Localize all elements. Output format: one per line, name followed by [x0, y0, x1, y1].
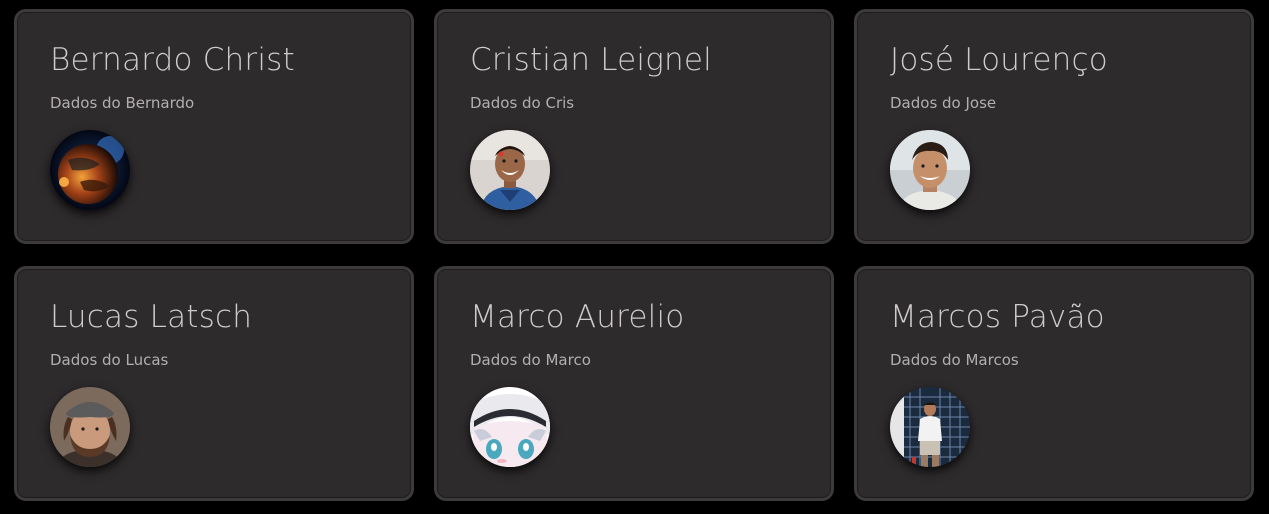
profile-subtitle: Dados do Marco — [470, 351, 591, 369]
planet-avatar — [50, 130, 130, 210]
profile-name: Marco Aurelio — [470, 299, 685, 335]
profile-subtitle: Dados do Marcos — [890, 351, 1019, 369]
profile-name: Cristian Leignel — [470, 42, 712, 78]
man-cap-avatar — [50, 387, 130, 467]
man-selfie-avatar — [890, 130, 970, 210]
man-mirror-avatar — [890, 387, 970, 467]
profile-subtitle: Dados do Lucas — [50, 351, 169, 369]
profile-name: Bernardo Christ — [50, 42, 295, 78]
profile-subtitle: Dados do Jose — [890, 94, 997, 112]
smiling-man-avatar — [470, 130, 550, 210]
profile-card-lucas[interactable]: Lucas Latsch Dados do Lucas — [14, 266, 414, 501]
profile-name: Marcos Pavão — [890, 299, 1105, 335]
profile-card-marcos[interactable]: Marcos Pavão Dados do Marcos — [854, 266, 1254, 501]
profile-name: José Lourenço — [890, 42, 1108, 78]
profile-card-marco[interactable]: Marco Aurelio Dados do Marco — [434, 266, 834, 501]
profile-card-jose[interactable]: José Lourenço Dados do Jose — [854, 9, 1254, 244]
profile-card-grid: Bernardo Christ Dados do Bernardo Cristi… — [0, 0, 1269, 514]
profile-subtitle: Dados do Bernardo — [50, 94, 195, 112]
profile-name: Lucas Latsch — [50, 299, 253, 335]
anime-girl-avatar — [470, 387, 550, 467]
profile-card-cristian[interactable]: Cristian Leignel Dados do Cris — [434, 9, 834, 244]
profile-card-bernardo[interactable]: Bernardo Christ Dados do Bernardo — [14, 9, 414, 244]
profile-subtitle: Dados do Cris — [470, 94, 575, 112]
